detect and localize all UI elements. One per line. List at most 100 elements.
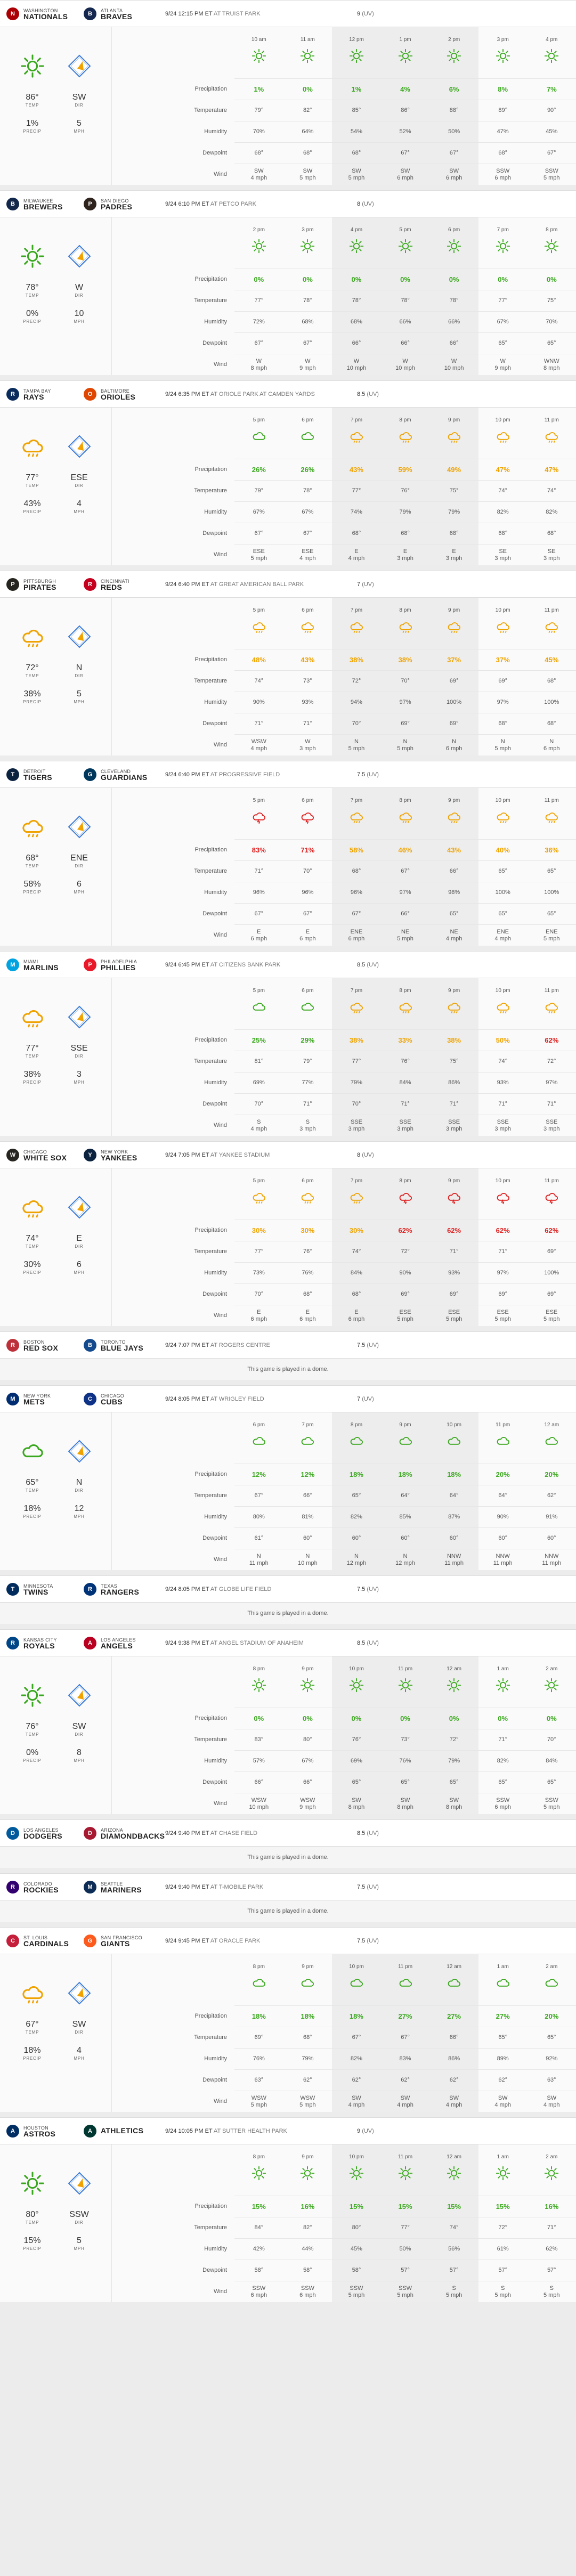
temp-value: 77° [234, 290, 283, 311]
hour-time: 11 pm [397, 1964, 413, 1970]
precip-value: 12% [283, 1464, 332, 1485]
wind-value: N6 mph [429, 734, 478, 755]
away-team[interactable]: M MIAMI MARLINS [6, 958, 84, 971]
precip-value: 1% [234, 78, 283, 100]
wind-value: S4 mph [234, 1115, 283, 1136]
uv-index: 9 (UV) [357, 2127, 374, 2134]
home-team[interactable]: R CINCINNATI REDS [84, 578, 161, 591]
dewpoint-value: 68° [332, 523, 381, 544]
hour-column: 1 am 0% 71° 82% 65° SSW 6 mph [478, 1656, 528, 1814]
home-team[interactable]: A ATHLETICS [84, 2124, 161, 2138]
summary-mph: 4 [77, 499, 82, 508]
hour-column: 7 pm 58% 68° 96% 67° ENE 6 mph [332, 788, 381, 946]
uv-index: 8.5 (UV) [357, 1830, 379, 1836]
home-team[interactable]: C CHICAGO CUBS [84, 1392, 161, 1405]
humidity-row-label: Humidity [204, 1758, 227, 1764]
hour-time: 5 pm [253, 607, 265, 613]
away-team[interactable]: N WASHINGTON NATIONALS [6, 7, 84, 20]
wind-value: S3 mph [283, 1115, 332, 1136]
humidity-value: 89% [478, 2048, 528, 2069]
hour-column: 7 pm 38% 72° 94% 70° N5 mph [332, 598, 381, 755]
summary-precip: 43% [23, 499, 41, 508]
sun-icon [496, 239, 510, 254]
home-team[interactable]: B TORONTO BLUE JAYS [84, 1338, 161, 1352]
humidity-row-label: Humidity [204, 2055, 227, 2062]
away-team[interactable]: A HOUSTON ASTROS [6, 2124, 84, 2138]
team-name: GUARDIANS [101, 773, 148, 782]
rain-icon [20, 815, 45, 839]
sun-icon [300, 2166, 315, 2181]
home-team[interactable]: Y NEW YORK YANKEES [84, 1148, 161, 1162]
summary: 67° TEMP 18% PRECIP SW DIR 4 MPH [0, 1954, 112, 2112]
home-team[interactable]: P PHILADELPHIA PHILLIES [84, 958, 161, 971]
cloud-icon [252, 1976, 266, 1990]
home-team[interactable]: A LOS ANGELES ANGELS [84, 1636, 161, 1649]
dewpoint-value: 66° [283, 1771, 332, 1793]
game-header: W CHICAGO WHITE SOX Y NEW YORK YANKEES 9/24 7… [0, 1142, 576, 1168]
hour-time: 9 pm [302, 1666, 314, 1672]
summary-dir: W [75, 283, 84, 292]
uv-index: 7.5 (UV) [357, 1342, 379, 1348]
home-team[interactable]: O BALTIMORE ORIOLES [84, 387, 161, 401]
wind-value: SE 3 mph [527, 544, 576, 565]
precip-value: 18% [429, 1464, 478, 1485]
hour-column: 11 am 0% 82° 64% 68° SW 5 mph [283, 27, 332, 185]
wind-value: W 10 mph [332, 354, 381, 375]
wind-value: N 11 mph [234, 1549, 283, 1570]
away-team[interactable]: R KANSAS CITY ROYALS [6, 1636, 84, 1649]
hour-time: 9 pm [448, 988, 460, 994]
precip-label: PRECIP [23, 2056, 42, 2061]
dir-label: DIR [75, 864, 84, 868]
summary-mph: 8 [77, 1748, 82, 1757]
hour-time: 10 pm [447, 1422, 461, 1428]
wind-value: SW 8 mph [380, 1793, 430, 1814]
team-name: YANKEES [101, 1153, 137, 1162]
away-team[interactable]: M NEW YORK METS [6, 1392, 84, 1405]
away-team[interactable]: R TAMPA BAY RAYS [6, 387, 84, 401]
summary-temp: 80° [26, 2210, 39, 2219]
humidity-value: 68% [283, 311, 332, 332]
precip-value: 38% [429, 1029, 478, 1051]
summary-dir: SW [72, 93, 86, 102]
away-team[interactable]: D LOS ANGELES DODGERS [6, 1826, 84, 1840]
game-header: C ST. LOUIS CARDINALS G SAN FRANCISCO GIANTS … [0, 1928, 576, 1954]
wind-value: W9 mph [478, 354, 528, 375]
team-logo: W [6, 1148, 19, 1161]
home-team[interactable]: M SEATTLE MARINERS [84, 1880, 161, 1894]
team-name: DODGERS [23, 1831, 62, 1840]
dir-label: DIR [75, 293, 84, 298]
game-time: 9/24 9:45 PM ET AT ORACLE PARK [165, 1937, 261, 1944]
home-team[interactable]: G CLEVELAND GUARDIANS [84, 768, 161, 781]
home-team[interactable]: B ATLANTA BRAVES [84, 7, 161, 20]
precip-value: 0% [527, 1708, 576, 1729]
home-team[interactable]: R TEXAS RANGERS [84, 1582, 161, 1596]
wind-value: ESE 5 mph [380, 1305, 430, 1326]
humidity-row-label: Humidity [204, 2246, 227, 2252]
team-logo: R [6, 387, 19, 401]
dewpoint-value: 70° [234, 1283, 283, 1305]
away-team[interactable]: B MILWAUKEE BREWERS [6, 197, 84, 210]
away-team[interactable]: T MINNESOTA TWINS [6, 1582, 84, 1596]
wind-value: SSE 3 mph [380, 1115, 430, 1136]
humidity-value: 100% [527, 1262, 576, 1283]
temp-value: 71° [429, 1241, 478, 1262]
humidity-value: 79% [332, 1072, 381, 1093]
away-team[interactable]: P PITTSBURGH PIRATES [6, 578, 84, 591]
away-team[interactable]: R BOSTON RED SOX [6, 1338, 84, 1352]
away-team[interactable]: C ST. LOUIS CARDINALS [6, 1934, 84, 1947]
sun-icon [544, 48, 559, 63]
home-team[interactable]: D ARIZONA DIAMONDBACKS [84, 1826, 165, 1840]
game-header: R COLORADO ROCKIES M SEATTLE MARINERS 9/24 9:… [0, 1874, 576, 1900]
wind-value: SW 8 mph [429, 1793, 478, 1814]
home-team[interactable]: P SAN DIEGO PADRES [84, 197, 161, 210]
away-team[interactable]: T DETROIT TIGERS [6, 768, 84, 781]
away-team[interactable]: R COLORADO ROCKIES [6, 1880, 84, 1894]
row-labels: Precipitation Temperature Humidity Dewpo… [112, 1168, 234, 1326]
storm-icon [447, 1190, 461, 1205]
team-logo: P [6, 578, 19, 591]
home-team[interactable]: G SAN FRANCISCO GIANTS [84, 1934, 161, 1947]
summary-precip: 15% [23, 2236, 41, 2245]
wind-value: ESE 5 mph [429, 1305, 478, 1326]
away-team[interactable]: W CHICAGO WHITE SOX [6, 1148, 84, 1161]
summary-precip: 38% [23, 689, 41, 698]
